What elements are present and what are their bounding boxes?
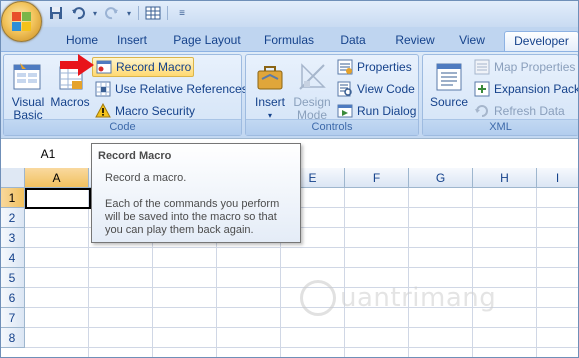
view-code-label: View Code <box>357 82 415 96</box>
annotation-arrow-icon <box>60 54 94 76</box>
expansion-packs-icon <box>474 81 490 97</box>
name-box[interactable]: A1 <box>0 143 96 165</box>
tab-formulas[interactable]: Formulas <box>256 31 322 51</box>
row-header[interactable]: 4 <box>0 248 25 268</box>
map-properties-label: Map Properties <box>494 60 576 74</box>
tab-page-layout[interactable]: Page Layout <box>164 31 250 51</box>
run-dialog-label: Run Dialog <box>357 104 417 118</box>
properties-icon <box>337 59 353 75</box>
record-macro-tooltip: Record Macro Record a macro. Each of the… <box>91 143 301 243</box>
xml-group-label: XML <box>423 119 578 135</box>
run-dialog-button[interactable]: Run Dialog <box>334 101 419 121</box>
tooltip-subtitle: Record a macro. <box>105 172 187 184</box>
column-header[interactable]: F <box>345 168 409 188</box>
map-properties-button[interactable]: Map Properties <box>471 57 578 77</box>
code-group-label: Code <box>4 119 241 135</box>
properties-button[interactable]: Properties <box>334 57 415 77</box>
customize-icon[interactable]: ≡ <box>174 5 190 21</box>
record-macro-label: Record Macro <box>116 60 192 74</box>
controls-group: Insert ▾ Design Mode Properties View Cod… <box>245 54 419 136</box>
record-macro-icon <box>96 59 112 75</box>
xml-group: Source Map Properties Expansion Packs Re… <box>422 54 579 136</box>
tab-home[interactable]: Home <box>56 31 108 51</box>
row-header[interactable]: 7 <box>0 308 25 328</box>
insert-control-button[interactable]: Insert ▾ <box>250 61 290 122</box>
tooltip-title: Record Macro <box>98 150 172 162</box>
view-code-button[interactable]: View Code <box>334 79 418 99</box>
qat-separator <box>138 6 139 20</box>
macro-security-label: Macro Security <box>115 104 196 118</box>
row-header[interactable]: 8 <box>0 328 25 348</box>
redo-dropdown-icon[interactable]: ▾ <box>126 5 132 21</box>
row-header[interactable]: 5 <box>0 268 25 288</box>
record-macro-button[interactable]: Record Macro <box>92 57 194 77</box>
properties-label: Properties <box>357 60 412 74</box>
macros-label: Macros <box>50 95 90 109</box>
visual-basic-icon <box>12 61 44 93</box>
column-header[interactable]: A <box>25 168 89 188</box>
controls-group-label: Controls <box>246 119 418 135</box>
table-icon[interactable] <box>145 5 161 21</box>
toolbox-icon <box>254 61 286 93</box>
active-cell[interactable] <box>25 188 91 209</box>
row-header[interactable]: 1 <box>0 188 25 208</box>
row-header[interactable]: 2 <box>0 208 25 228</box>
column-header[interactable]: I <box>537 168 579 188</box>
source-button[interactable]: Source <box>427 61 471 109</box>
watermark-text: uantrimang <box>340 283 497 313</box>
refresh-data-button[interactable]: Refresh Data <box>471 101 568 121</box>
relative-references-icon <box>95 81 111 97</box>
tab-data[interactable]: Data <box>332 31 374 51</box>
map-properties-icon <box>474 59 490 75</box>
tab-review[interactable]: Review <box>388 31 442 51</box>
qat-separator <box>167 6 168 20</box>
xml-source-icon <box>433 61 465 93</box>
title-bar: ▾ ▾ ≡ <box>0 0 579 27</box>
expansion-packs-button[interactable]: Expansion Packs <box>471 79 579 99</box>
warning-icon <box>95 102 111 119</box>
expansion-packs-label: Expansion Packs <box>494 82 579 96</box>
design-mode-button[interactable]: Design Mode <box>292 61 332 122</box>
office-logo-icon <box>12 12 32 32</box>
source-label: Source <box>429 95 469 109</box>
undo-icon[interactable] <box>70 5 86 21</box>
design-mode-icon <box>296 61 328 93</box>
tab-view[interactable]: View <box>450 31 494 51</box>
refresh-icon <box>474 103 490 119</box>
visual-basic-button[interactable]: Visual Basic <box>8 61 48 122</box>
redo-icon[interactable] <box>104 5 120 21</box>
office-button[interactable] <box>1 1 42 42</box>
ribbon-tab-row: Home Insert Page Layout Formulas Data Re… <box>0 27 579 51</box>
view-code-icon <box>337 81 353 97</box>
undo-dropdown-icon[interactable]: ▾ <box>92 5 98 21</box>
macro-security-button[interactable]: Macro Security <box>92 101 198 121</box>
save-icon[interactable] <box>48 5 64 21</box>
row-header[interactable]: 3 <box>0 228 25 248</box>
watermark-logo-icon <box>300 280 336 316</box>
tab-developer[interactable]: Developer <box>504 31 579 51</box>
row-header[interactable]: 6 <box>0 288 25 308</box>
quick-access-toolbar: ▾ ▾ ≡ <box>48 3 190 23</box>
refresh-data-label: Refresh Data <box>494 104 565 118</box>
column-header[interactable]: G <box>409 168 473 188</box>
select-all-corner[interactable] <box>0 168 25 188</box>
tooltip-body: Each of the commands you perform will be… <box>105 198 280 236</box>
insert-control-label: Insert <box>254 95 285 109</box>
use-relative-references-label: Use Relative References <box>115 82 248 96</box>
run-dialog-icon <box>337 103 353 119</box>
code-group: Visual Basic Macros Record Macro Use Rel… <box>3 54 248 136</box>
tab-insert[interactable]: Insert <box>108 31 156 51</box>
watermark: uantrimang <box>300 278 496 318</box>
use-relative-references-button[interactable]: Use Relative References <box>92 79 251 99</box>
column-header[interactable]: H <box>473 168 537 188</box>
